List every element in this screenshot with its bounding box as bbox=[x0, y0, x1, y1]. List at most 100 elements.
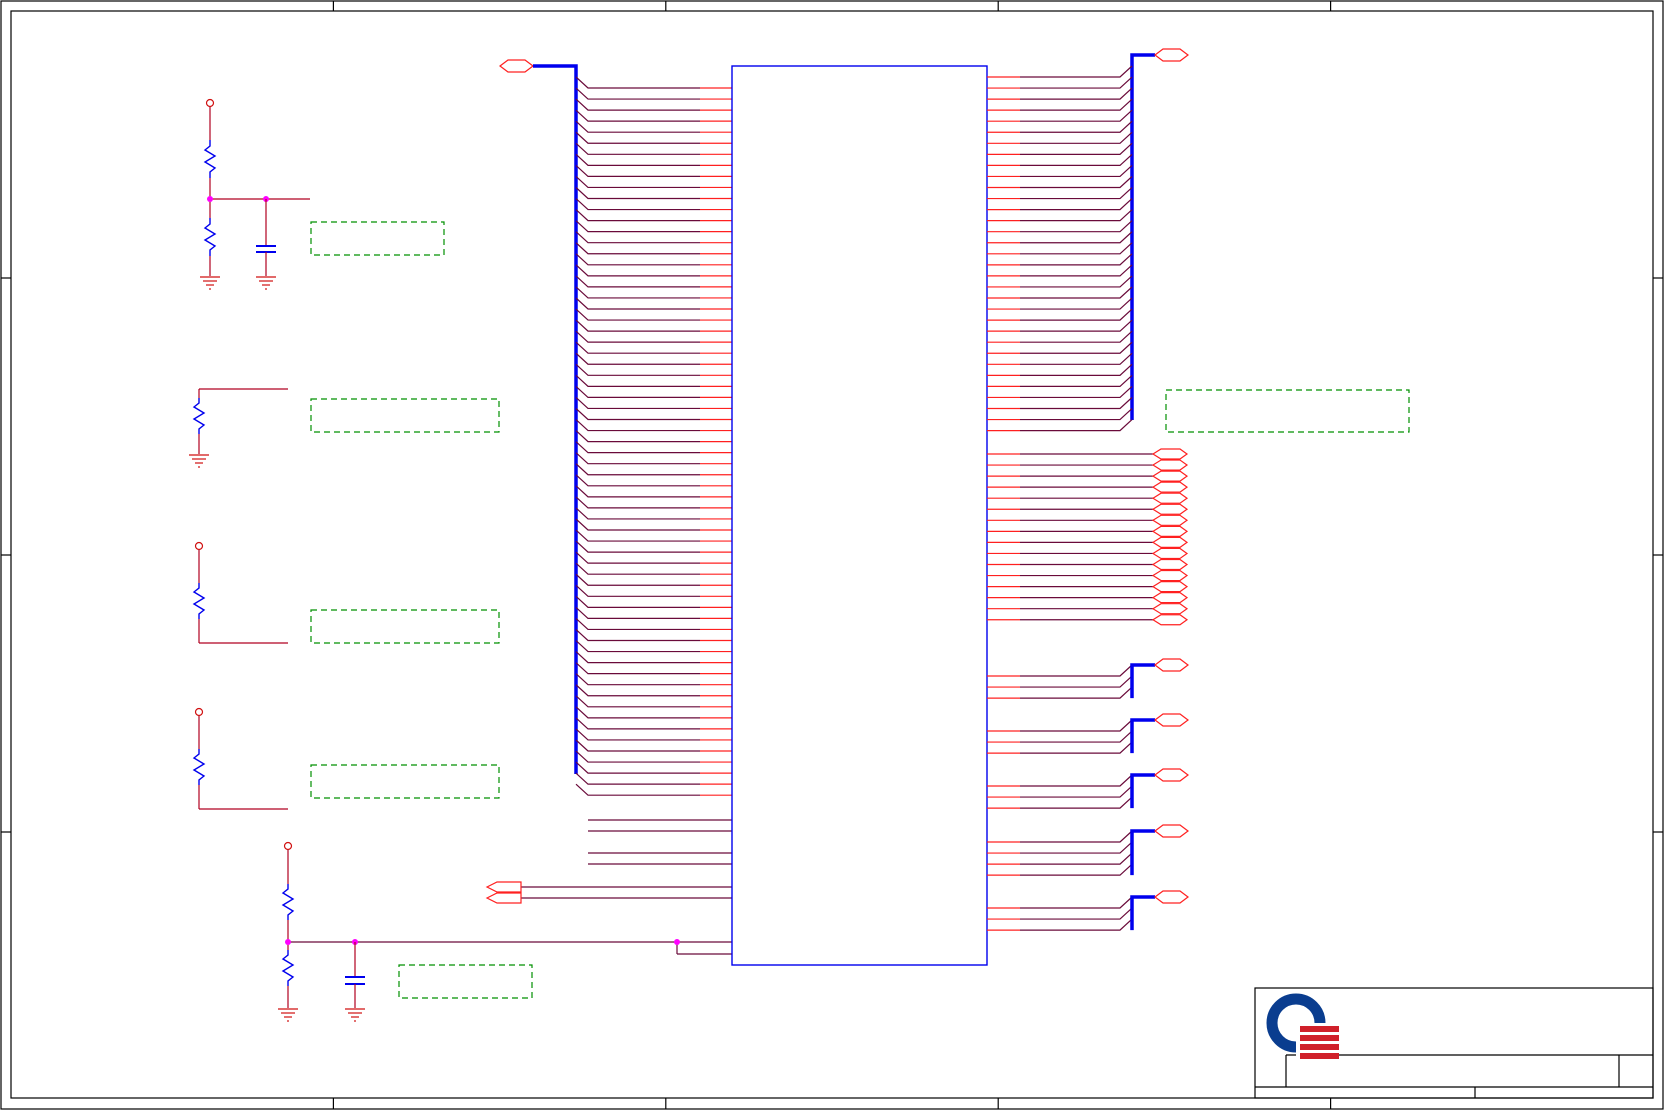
bus-group-port[interactable] bbox=[1154, 768, 1189, 782]
left-pin-wire bbox=[575, 717, 732, 730]
right-pin-wire bbox=[987, 264, 1133, 277]
right-pin-wire bbox=[987, 109, 1133, 122]
bus-port-right[interactable] bbox=[1154, 48, 1189, 62]
note-box bbox=[310, 221, 445, 256]
left-pin-wire bbox=[575, 374, 732, 387]
signal-port[interactable] bbox=[987, 547, 1189, 560]
voltage-divider-top bbox=[200, 98, 445, 290]
left-pin-wire bbox=[575, 153, 732, 166]
signal-port[interactable] bbox=[987, 558, 1189, 571]
signal-port[interactable] bbox=[987, 503, 1189, 515]
company-logo bbox=[1266, 993, 1339, 1059]
resistor-icon bbox=[203, 140, 217, 178]
signal-port[interactable] bbox=[987, 481, 1189, 493]
right-pin-wire bbox=[987, 153, 1133, 166]
bus-group bbox=[987, 768, 1189, 809]
right-signal-ports bbox=[987, 448, 1189, 626]
left-pin-wire bbox=[575, 573, 732, 586]
left-pin-wire bbox=[575, 231, 732, 244]
signal-port[interactable] bbox=[987, 459, 1189, 471]
bus-group-port[interactable] bbox=[1154, 824, 1189, 838]
left-pin-wire bbox=[575, 783, 732, 796]
right-bus-groups bbox=[987, 658, 1189, 931]
bus-port-left[interactable] bbox=[499, 59, 534, 73]
right-pin-wire bbox=[987, 120, 1133, 133]
bus-group-port[interactable] bbox=[1154, 713, 1189, 727]
left-pin-wire bbox=[575, 98, 732, 111]
signal-port[interactable] bbox=[987, 536, 1189, 548]
left-pin-wire bbox=[575, 562, 732, 575]
left-pin-wire bbox=[575, 507, 732, 520]
voltage-divider-bottom bbox=[278, 841, 732, 1022]
signal-port[interactable] bbox=[987, 470, 1189, 482]
signal-port[interactable] bbox=[987, 514, 1189, 526]
left-pin-wire bbox=[575, 253, 732, 266]
resistor-icon bbox=[192, 749, 206, 785]
pull-down-resistor bbox=[189, 388, 500, 468]
left-pin-wire bbox=[575, 651, 732, 664]
right-pin-wire bbox=[987, 142, 1133, 155]
bus-group-port[interactable] bbox=[1154, 658, 1189, 672]
port-in-2[interactable] bbox=[485, 892, 522, 904]
left-pin-wire bbox=[575, 706, 732, 719]
left-pin-wire bbox=[575, 131, 732, 144]
signal-port[interactable] bbox=[987, 581, 1189, 593]
signal-port[interactable] bbox=[987, 592, 1189, 604]
ground-icon bbox=[256, 276, 276, 290]
bus-group bbox=[987, 713, 1189, 754]
left-pin-wire bbox=[575, 319, 732, 332]
right-pin-wire bbox=[987, 209, 1133, 222]
resistor-icon bbox=[192, 583, 206, 619]
left-pin-wire bbox=[575, 164, 732, 177]
ground-icon bbox=[278, 1008, 298, 1022]
left-pin-wire bbox=[575, 341, 732, 354]
left-pin-wire bbox=[575, 87, 732, 100]
left-pin-wire bbox=[575, 618, 732, 631]
signal-port[interactable] bbox=[987, 448, 1189, 460]
signal-port[interactable] bbox=[987, 525, 1189, 537]
left-pin-wire bbox=[575, 430, 732, 443]
signal-port[interactable] bbox=[987, 569, 1189, 582]
capacitor-icon bbox=[256, 245, 276, 253]
left-pin-wire bbox=[575, 419, 732, 432]
right-data-bus bbox=[987, 48, 1189, 432]
left-pin-wire bbox=[575, 761, 732, 774]
pull-up-resistor-1 bbox=[192, 541, 500, 644]
right-pin-wire bbox=[987, 397, 1133, 410]
left-pin-wires bbox=[575, 76, 732, 796]
left-pin-wire bbox=[575, 695, 732, 708]
left-address-bus bbox=[499, 59, 732, 796]
left-pin-wire bbox=[575, 187, 732, 200]
left-pin-wire bbox=[575, 176, 732, 189]
bus-group-port[interactable] bbox=[1154, 890, 1189, 904]
right-pin-wire bbox=[987, 165, 1133, 178]
left-pin-wire bbox=[575, 584, 732, 597]
note-box bbox=[310, 609, 500, 644]
left-pin-wire bbox=[575, 220, 732, 233]
right-pin-wire bbox=[987, 374, 1133, 387]
right-pin-wire bbox=[987, 242, 1133, 255]
left-pin-wire bbox=[575, 363, 732, 376]
left-pin-wire bbox=[575, 485, 732, 498]
signal-port[interactable] bbox=[987, 603, 1189, 615]
left-pin-wire bbox=[575, 739, 732, 752]
resistor-icon bbox=[281, 884, 295, 920]
left-pin-wire bbox=[575, 518, 732, 531]
bus-group bbox=[987, 824, 1189, 876]
port-in-1[interactable] bbox=[485, 881, 522, 893]
note-box bbox=[398, 964, 533, 999]
left-pin-wire bbox=[575, 772, 732, 785]
bus-group bbox=[987, 890, 1189, 931]
right-pin-wire bbox=[987, 330, 1133, 343]
left-pin-wire bbox=[575, 673, 732, 686]
right-pin-wire bbox=[987, 308, 1133, 321]
power-pin-icon bbox=[205, 98, 215, 108]
right-pin-wire bbox=[987, 419, 1133, 432]
right-pin-wire bbox=[987, 98, 1133, 111]
signal-port[interactable] bbox=[987, 614, 1189, 626]
right-pin-wire bbox=[987, 253, 1133, 266]
left-pin-wire bbox=[575, 76, 732, 89]
left-pin-wire bbox=[575, 120, 732, 133]
signal-port[interactable] bbox=[987, 492, 1189, 504]
left-pin-wire bbox=[575, 529, 732, 542]
